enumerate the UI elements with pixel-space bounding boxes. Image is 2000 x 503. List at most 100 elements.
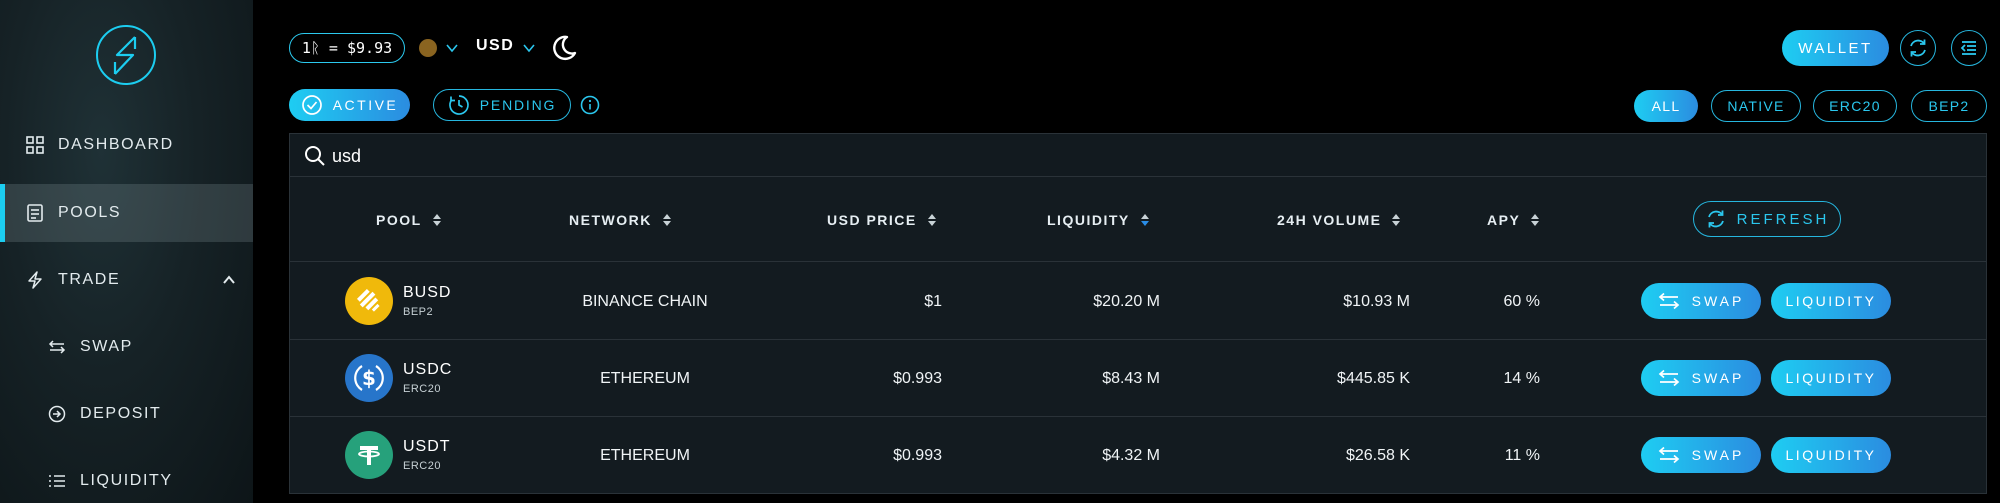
sidebar-item-label: DASHBOARD xyxy=(58,136,174,153)
column-header-label: 24H VOLUME xyxy=(1277,212,1382,228)
swap-label: SWAP xyxy=(1691,293,1745,309)
swap-arrows-icon xyxy=(1658,369,1679,387)
swap-arrows-icon xyxy=(1658,446,1679,464)
table-row[interactable]: USDT ERC20 ETHEREUM $0.993 $4.32 M $26.5… xyxy=(290,417,1986,494)
pool-price: $0.993 xyxy=(893,369,942,387)
sidebar-item-pools[interactable]: POOLS xyxy=(0,184,253,242)
sidebar-item-label: POOLS xyxy=(58,204,122,221)
liquidity-button[interactable]: LIQUIDITY xyxy=(1771,437,1891,473)
list-icon xyxy=(49,475,65,487)
sidebar-item-label: TRADE xyxy=(58,271,121,288)
search-input[interactable] xyxy=(332,142,932,170)
pool-price: $1 xyxy=(924,292,942,310)
swap-arrows-icon xyxy=(48,340,66,354)
chevron-up-icon[interactable] xyxy=(221,272,237,288)
pool-liquidity: $4.32 M xyxy=(1102,446,1160,464)
filter-label: ALL xyxy=(1651,98,1681,114)
pool-apy: 60 % xyxy=(1503,292,1540,310)
tab-active[interactable]: ACTIVE xyxy=(289,89,410,121)
tab-active-label: ACTIVE xyxy=(332,97,399,113)
receipt-icon xyxy=(27,204,43,222)
column-header-liquidity[interactable]: LIQUIDITY xyxy=(1047,178,1150,262)
usdt-icon xyxy=(345,431,393,479)
column-header-label: NETWORK xyxy=(569,212,652,228)
refresh-label: REFRESH xyxy=(1736,210,1830,228)
sidebar-item-deposit[interactable]: DEPOSIT xyxy=(0,385,253,443)
lightning-icon xyxy=(28,271,42,289)
pool-standard: ERC20 xyxy=(403,383,441,395)
filter-all[interactable]: ALL xyxy=(1634,90,1698,122)
swap-arrows-icon xyxy=(1658,292,1679,310)
rune-price-text: 1ᚱ = $9.93 xyxy=(301,39,393,57)
sidebar-item-label: SWAP xyxy=(80,338,133,355)
sidebar: DASHBOARD POOLS TRADE SWAP DEPOSIT LIQUI… xyxy=(0,0,253,503)
moon-icon[interactable] xyxy=(550,34,578,62)
liquidity-label: LIQUIDITY xyxy=(1785,370,1877,386)
liquidity-label: LIQUIDITY xyxy=(1785,447,1877,463)
svg-text:$: $ xyxy=(362,366,376,390)
table-row[interactable]: $ USDC ERC20 ETHEREUM $0.993 $8.43 M $44… xyxy=(290,340,1986,417)
pool-liquidity: $20.20 M xyxy=(1093,292,1160,310)
column-header-label: LIQUIDITY xyxy=(1047,212,1130,228)
busd-icon xyxy=(345,277,393,325)
chevron-down-icon[interactable] xyxy=(445,41,459,55)
network-status-dot[interactable] xyxy=(419,39,437,57)
filter-erc20[interactable]: ERC20 xyxy=(1813,90,1897,122)
pool-network: ETHEREUM xyxy=(600,369,690,387)
menu-icon xyxy=(1960,41,1976,55)
sidebar-item-liquidity[interactable]: LIQUIDITY xyxy=(0,452,253,503)
rune-price-pill[interactable]: 1ᚱ = $9.93 xyxy=(289,33,405,63)
swap-label: SWAP xyxy=(1691,447,1745,463)
pool-network: ETHEREUM xyxy=(600,446,690,464)
pool-symbol: BUSD xyxy=(403,284,452,301)
wallet-button[interactable]: WALLET xyxy=(1782,30,1889,66)
refresh-round-button[interactable] xyxy=(1900,30,1936,66)
pool-price: $0.993 xyxy=(893,446,942,464)
chevron-down-icon[interactable] xyxy=(522,41,536,55)
pool-volume: $10.93 M xyxy=(1343,292,1410,310)
swap-button[interactable]: SWAP xyxy=(1641,360,1761,396)
refresh-button[interactable]: REFRESH xyxy=(1693,201,1841,237)
filter-native[interactable]: NATIVE xyxy=(1711,90,1801,122)
clock-icon xyxy=(448,95,469,115)
swap-button[interactable]: SWAP xyxy=(1641,283,1761,319)
column-header-usd-price[interactable]: USD PRICE xyxy=(827,178,937,262)
column-header-pool[interactable]: POOL xyxy=(376,178,442,262)
info-icon[interactable] xyxy=(580,95,600,115)
filter-label: ERC20 xyxy=(1829,98,1881,114)
column-header-apy[interactable]: APY xyxy=(1487,178,1540,262)
usdc-icon: $ xyxy=(345,354,393,402)
pool-volume: $26.58 K xyxy=(1345,446,1410,464)
grid-icon xyxy=(26,136,44,154)
liquidity-button[interactable]: LIQUIDITY xyxy=(1771,283,1891,319)
swap-label: SWAP xyxy=(1691,370,1745,386)
sort-icon xyxy=(1531,214,1540,226)
pool-symbol: USDT xyxy=(403,438,451,455)
filter-label: NATIVE xyxy=(1727,98,1785,114)
currency-selector[interactable]: USD xyxy=(476,37,514,55)
column-header-network[interactable]: NETWORK xyxy=(569,178,672,262)
column-header-24h-volume[interactable]: 24H VOLUME xyxy=(1277,178,1401,262)
sidebar-item-dashboard[interactable]: DASHBOARD xyxy=(0,116,253,174)
column-header-label: USD PRICE xyxy=(827,212,917,228)
filter-bep2[interactable]: BEP2 xyxy=(1911,90,1987,122)
sort-icon xyxy=(927,214,936,226)
table-row[interactable]: BUSD BEP2 BINANCE CHAIN $1 $20.20 M $10.… xyxy=(290,263,1986,340)
menu-round-button[interactable] xyxy=(1951,30,1987,66)
thorchain-logo-icon[interactable] xyxy=(95,24,157,86)
search-icon xyxy=(305,146,325,166)
deposit-icon xyxy=(48,405,66,423)
table-header: POOL NETWORK USD PRICE LIQUIDITY 24H VOL… xyxy=(290,178,1986,262)
swap-button[interactable]: SWAP xyxy=(1641,437,1761,473)
sort-icon xyxy=(432,214,441,226)
tab-pending[interactable]: PENDING xyxy=(433,89,571,121)
check-circle-icon xyxy=(301,95,322,115)
liquidity-label: LIQUIDITY xyxy=(1785,293,1877,309)
sidebar-item-swap[interactable]: SWAP xyxy=(0,318,253,376)
column-header-label: POOL xyxy=(376,212,422,228)
sidebar-item-label: DEPOSIT xyxy=(80,405,162,422)
liquidity-button[interactable]: LIQUIDITY xyxy=(1771,360,1891,396)
pool-apy: 14 % xyxy=(1503,369,1540,387)
sort-icon xyxy=(662,214,671,226)
sidebar-item-trade[interactable]: TRADE xyxy=(0,251,253,309)
